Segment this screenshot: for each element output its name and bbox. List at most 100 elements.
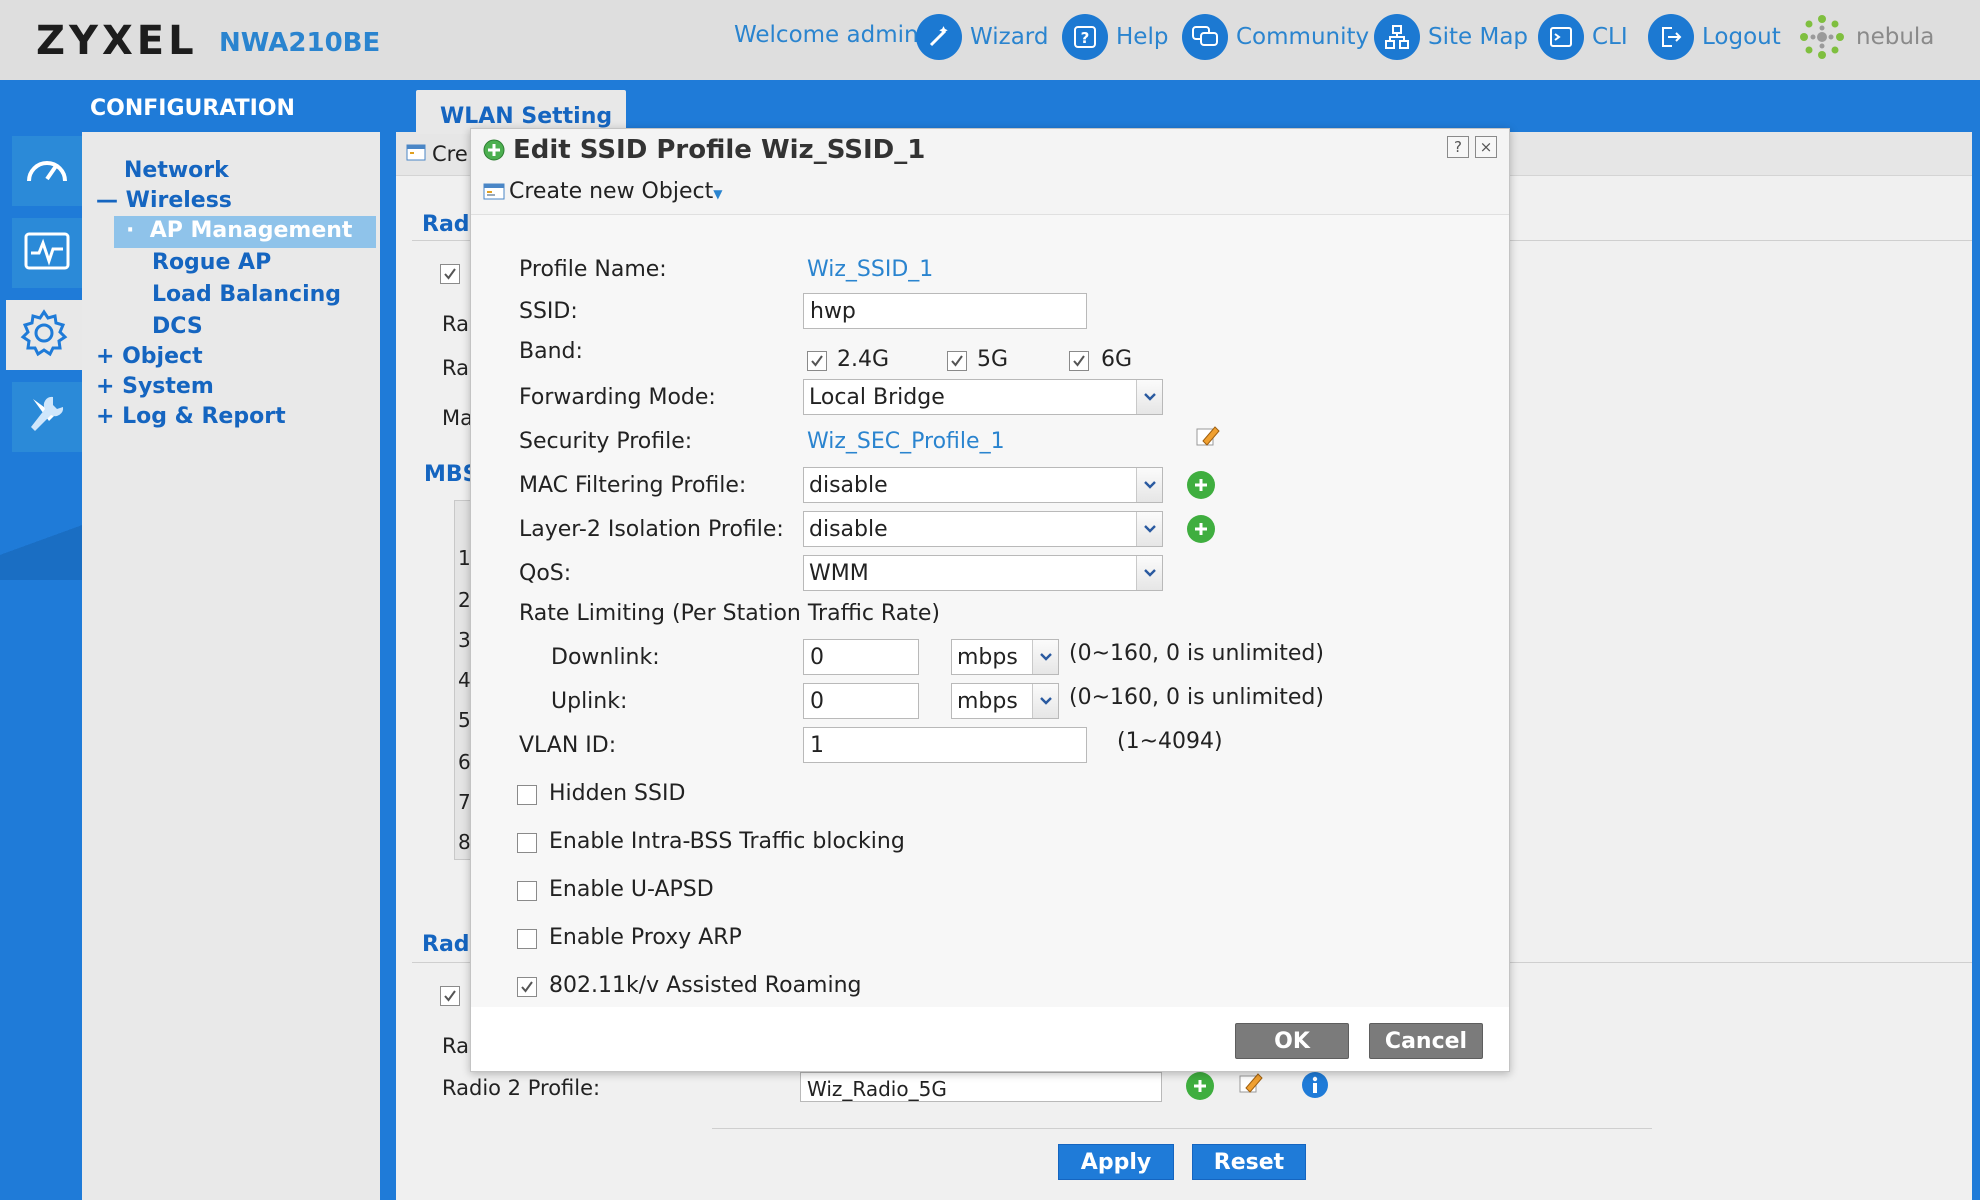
u-apsd-label: Enable U-APSD [549,877,714,902]
collapse-icon: — [96,188,118,213]
cli-link[interactable]: CLI [1538,12,1628,62]
table-row[interactable]: 8 [458,830,471,854]
sidebar-item-log-report[interactable]: + Log & Report [96,404,286,429]
nebula-link[interactable]: nebula [1796,12,1934,62]
radio-2-checkbox[interactable] [440,986,460,1006]
downlink-input[interactable] [803,639,919,675]
create-new-object-menu[interactable]: Create new Object▼ [509,179,722,204]
wizard-label: Wizard [970,24,1049,50]
uplink-range-hint: (0~160, 0 is unlimited) [1069,685,1324,710]
community-link[interactable]: Community [1182,12,1369,62]
logout-link[interactable]: Logout [1648,12,1781,62]
terminal-icon [1538,14,1584,60]
logout-icon [1648,14,1694,60]
tools-icon [23,391,71,443]
proxy-arp-label: Enable Proxy ARP [549,925,742,950]
table-row[interactable]: 5 [458,708,471,732]
sidebar-item-wireless[interactable]: — Wireless [96,188,232,213]
apply-button[interactable]: Apply [1058,1144,1174,1180]
sitemap-link[interactable]: Site Map [1374,12,1528,62]
radio-1-checkbox[interactable] [440,264,460,284]
question-icon: ? [1454,138,1462,156]
assisted-roaming-checkbox[interactable] [517,977,537,997]
create-object-icon [406,142,426,162]
max-label: Ma [442,406,473,430]
band-2-4g-checkbox[interactable] [807,351,827,371]
sidebar-item-rogue-ap[interactable]: Rogue AP [152,250,271,275]
forwarding-mode-label: Forwarding Mode: [519,385,716,410]
zyxel-logo: ZYXEL [36,18,198,64]
table-row[interactable]: 3 [458,628,471,652]
ssid-input[interactable] [803,293,1087,329]
help-link[interactable]: ? Help [1062,12,1168,62]
edit-icon[interactable] [1195,423,1221,449]
sidebar-item-ap-management[interactable]: · AP Management [126,218,352,243]
dialog-help-button[interactable]: ? [1447,136,1469,158]
band-6g-checkbox[interactable] [1069,351,1089,371]
proxy-arp-checkbox[interactable] [517,929,537,949]
radio-2-profile-select[interactable]: Wiz_Radio_5G [800,1072,1162,1102]
rail-dashboard-button[interactable] [12,136,82,206]
ok-button[interactable]: OK [1235,1023,1349,1059]
band-5g-checkbox[interactable] [947,351,967,371]
dialog-title: Edit SSID Profile Wiz_SSID_1 [513,135,926,165]
qos-select[interactable]: WMM [803,555,1163,591]
svg-text:?: ? [1081,29,1090,47]
help-label: Help [1116,24,1169,50]
sidebar-item-object[interactable]: + Object [96,344,203,369]
hidden-ssid-checkbox[interactable] [517,785,537,805]
logout-label: Logout [1702,24,1781,50]
table-row[interactable]: 1 [458,546,471,570]
chevron-down-icon [1136,468,1162,502]
forwarding-mode-select[interactable]: Local Bridge [803,379,1163,415]
rail-configuration-button[interactable] [6,300,82,370]
rail-monitor-button[interactable] [12,218,82,288]
add-layer2-isolation-button[interactable] [1187,515,1215,543]
mac-filtering-select[interactable]: disable [803,467,1163,503]
sidebar-item-system[interactable]: + System [96,374,214,399]
add-radio-profile-button[interactable] [1186,1072,1214,1100]
mac-filtering-label: MAC Filtering Profile: [519,473,747,498]
sidebar-item-network[interactable]: Network [124,158,229,183]
add-mac-filter-button[interactable] [1187,471,1215,499]
sidebar-item-dcs[interactable]: DCS [152,314,203,339]
edit-icon[interactable] [1238,1070,1264,1096]
chat-icon [1182,14,1228,60]
profile-name-value: Wiz_SSID_1 [807,257,934,282]
cancel-button[interactable]: Cancel [1369,1023,1483,1059]
band-label: Band: [519,339,583,364]
table-row[interactable]: 2 [458,588,471,612]
nebula-label: nebula [1856,24,1935,50]
vlan-id-input[interactable] [803,727,1087,763]
downlink-unit-select[interactable]: mbps [951,639,1059,675]
uplink-input[interactable] [803,683,919,719]
device-model: NWA210BE [219,28,381,58]
wand-icon [916,14,962,60]
create-object-icon [483,181,505,201]
u-apsd-checkbox[interactable] [517,881,537,901]
table-row[interactable]: 4 [458,668,471,692]
intra-bss-blocking-checkbox[interactable] [517,833,537,853]
dialog-footer [471,1007,1509,1071]
rail-maintenance-button[interactable] [12,382,82,452]
expand-icon: + [96,374,115,399]
table-row[interactable]: 6 [458,750,471,774]
radio-label: Ra [442,356,469,380]
profile-name-label: Profile Name: [519,257,667,282]
reset-button[interactable]: Reset [1192,1144,1306,1180]
dialog-close-button[interactable]: × [1475,136,1497,158]
wizard-link[interactable]: Wizard [916,12,1048,62]
info-icon[interactable] [1302,1072,1328,1098]
help-icon: ? [1062,14,1108,60]
main-create-object-partial[interactable]: Cre [432,142,468,166]
uplink-label: Uplink: [551,689,628,714]
security-profile-link[interactable]: Wiz_SEC_Profile_1 [807,429,1005,454]
uplink-unit-select[interactable]: mbps [951,683,1059,719]
layer2-isolation-select[interactable]: disable [803,511,1163,547]
dropdown-caret-icon: ▼ [713,187,723,201]
ssid-label: SSID: [519,299,578,324]
sidebar-item-load-balancing[interactable]: Load Balancing [152,282,341,307]
table-row[interactable]: 7 [458,790,471,814]
edit-ssid-dialog: Edit SSID Profile Wiz_SSID_1 ? × Create … [470,128,1510,1072]
layer2-isolation-label: Layer-2 Isolation Profile: [519,517,784,542]
